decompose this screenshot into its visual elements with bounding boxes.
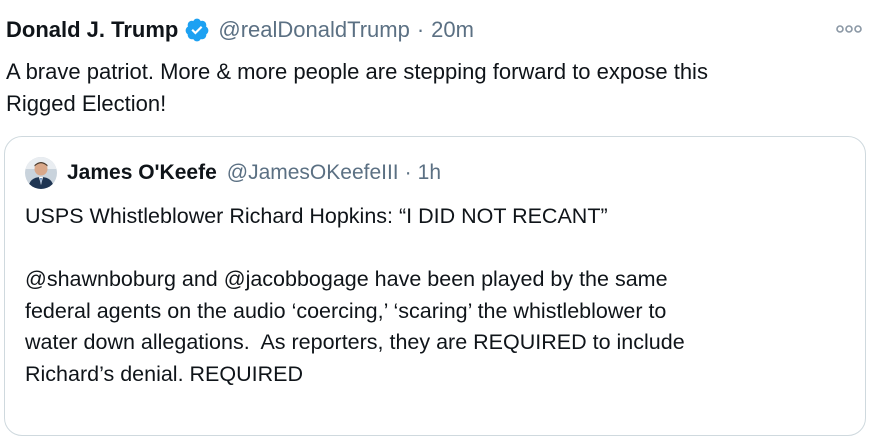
- tweet-header: Donald J. Trump @realDonaldTrump · 20m: [6, 14, 474, 46]
- quoted-tweet-header: James O'Keefe @JamesOKeefeIII · 1h: [25, 155, 441, 191]
- quoted-author-display-name[interactable]: James O'Keefe: [67, 161, 217, 185]
- tweet-timestamp[interactable]: 20m: [431, 17, 474, 43]
- quoted-tweet-timestamp[interactable]: 1h: [418, 161, 441, 185]
- quoted-tweet-card[interactable]: James O'Keefe @JamesOKeefeIII · 1h USPS …: [4, 136, 866, 436]
- avatar[interactable]: [25, 157, 57, 189]
- tweet-card[interactable]: Donald J. Trump @realDonaldTrump · 20m A…: [0, 0, 873, 436]
- more-dots-icon[interactable]: [835, 22, 863, 36]
- header-separator: ·: [416, 17, 425, 42]
- quoted-header-separator: ·: [404, 161, 412, 184]
- tweet-text: A brave patriot. More & more people are …: [6, 59, 708, 116]
- author-handle[interactable]: @realDonaldTrump: [218, 17, 409, 43]
- verified-badge-icon: [184, 17, 210, 43]
- author-display-name[interactable]: Donald J. Trump: [6, 17, 178, 43]
- quoted-tweet-text: USPS Whistleblower Richard Hopkins: “I D…: [25, 204, 685, 386]
- quoted-author-handle[interactable]: @JamesOKeefeIII: [227, 161, 399, 185]
